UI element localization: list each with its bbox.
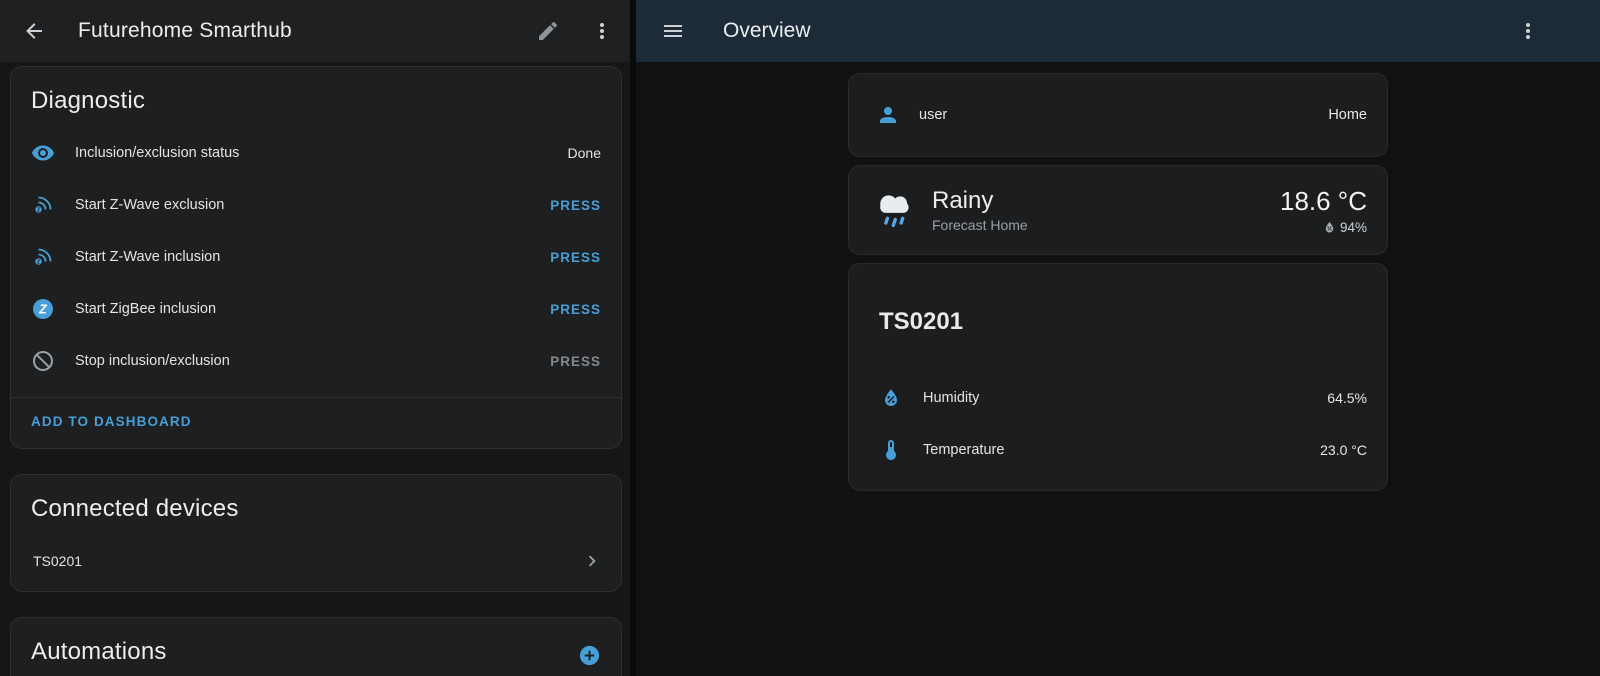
dots-vertical-icon [590,19,614,43]
sidebar-menu-button[interactable] [661,19,685,43]
weather-card[interactable]: Rainy Forecast Home 18.6 °C 94% [848,165,1388,255]
svg-text:Z: Z [38,303,48,317]
person-icon [876,103,900,127]
press-button[interactable]: PRESS [550,198,601,213]
automations-header: Automations [11,618,621,676]
device-list-item[interactable]: TS0201 [11,535,621,587]
dots-vertical-icon [1516,19,1540,43]
row-label: Start ZigBee inclusion [75,301,530,317]
row-label: Stop inclusion/exclusion [75,353,530,369]
person-name: user [919,107,1309,123]
right-app-bar: Overview [636,0,1600,62]
page-title: Futurehome Smarthub [78,19,536,43]
overview-panel: Overview user Home [636,0,1600,676]
row-stop-inclusion-exclusion: Stop inclusion/exclusion PRESS [11,335,621,387]
row-label: Inclusion/exclusion status [75,145,548,161]
temperature-row[interactable]: Temperature 23.0 °C [849,424,1387,476]
z-wave-icon: Z [31,245,55,269]
diagnostic-card: Diagnostic Inclusion/exclusion status Do… [10,66,622,449]
row-start-zwave-inclusion: Z Start Z-Wave inclusion PRESS [11,231,621,283]
z-wave-icon: Z [31,193,55,217]
person-state: Home [1328,107,1367,123]
left-app-bar: Futurehome Smarthub [0,0,630,62]
automations-title: Automations [31,638,167,666]
add-to-dashboard-button[interactable]: ADD TO DASHBOARD [31,414,192,429]
press-button[interactable]: PRESS [550,302,601,317]
humidity-row[interactable]: Humidity 64.5% [849,372,1387,424]
weather-readings: 18.6 °C 94% [1280,186,1367,235]
press-button[interactable]: PRESS [550,250,601,265]
left-overflow-menu-button[interactable] [590,19,614,43]
right-overflow-menu-button[interactable] [1516,19,1540,43]
humidity-value: 64.5% [1327,390,1367,406]
arrow-left-icon [22,19,46,43]
device-settings-panel: Futurehome Smarthub Diagnostic Inclusion… [0,0,630,676]
pencil-icon [536,19,560,43]
weather-subtitle: Forecast Home [932,217,1266,233]
weather-rainy-icon [871,187,918,234]
edit-button[interactable] [536,19,560,43]
row-label: Temperature [923,442,1300,458]
row-start-zigbee-inclusion: Z Start ZigBee inclusion PRESS [11,283,621,335]
connected-devices-card: Connected devices TS0201 [10,474,622,592]
hamburger-menu-icon [661,19,685,43]
diagnostic-card-title: Diagnostic [11,67,621,127]
person-card[interactable]: user Home [848,73,1388,157]
plus-circle-icon [578,644,601,667]
automations-card: Automations [10,617,622,676]
connected-devices-title: Connected devices [11,475,621,535]
weather-humidity-value: 94% [1340,220,1367,235]
temperature-value: 23.0 °C [1320,442,1367,458]
device-name: TS0201 [33,553,581,569]
card-actions: ADD TO DASHBOARD [11,398,621,448]
overview-content: user Home [636,62,1600,676]
back-button[interactable] [22,19,46,43]
thermometer-icon [879,438,903,462]
row-label: Start Z-Wave inclusion [75,249,530,265]
status-value: Done [568,145,601,161]
add-automation-button[interactable] [578,644,601,667]
weather-condition: Rainy [932,187,1266,215]
water-percent-icon [1322,220,1337,235]
row-label: Humidity [923,390,1307,406]
eye-icon [31,141,55,165]
row-inclusion-exclusion-status: Inclusion/exclusion status Done [11,127,621,179]
weather-humidity: 94% [1280,220,1367,235]
chevron-right-icon [581,550,603,572]
left-scroll-area: Diagnostic Inclusion/exclusion status Do… [0,62,630,676]
row-label: Start Z-Wave exclusion [75,197,530,213]
press-button-disabled: PRESS [550,354,601,369]
overview-title: Overview [723,19,1516,43]
svg-text:Z: Z [37,259,40,265]
svg-text:Z: Z [37,207,40,213]
sensor-card: TS0201 Humidity 64.5% Temperature 23.0 °… [848,263,1388,491]
sensor-card-title: TS0201 [849,308,1387,352]
weather-text: Rainy Forecast Home [932,187,1266,234]
weather-temperature: 18.6 °C [1280,186,1367,217]
row-start-zwave-exclusion: Z Start Z-Wave exclusion PRESS [11,179,621,231]
cancel-icon [31,349,55,373]
water-percent-icon [879,386,903,410]
zigbee-icon: Z [31,297,55,321]
